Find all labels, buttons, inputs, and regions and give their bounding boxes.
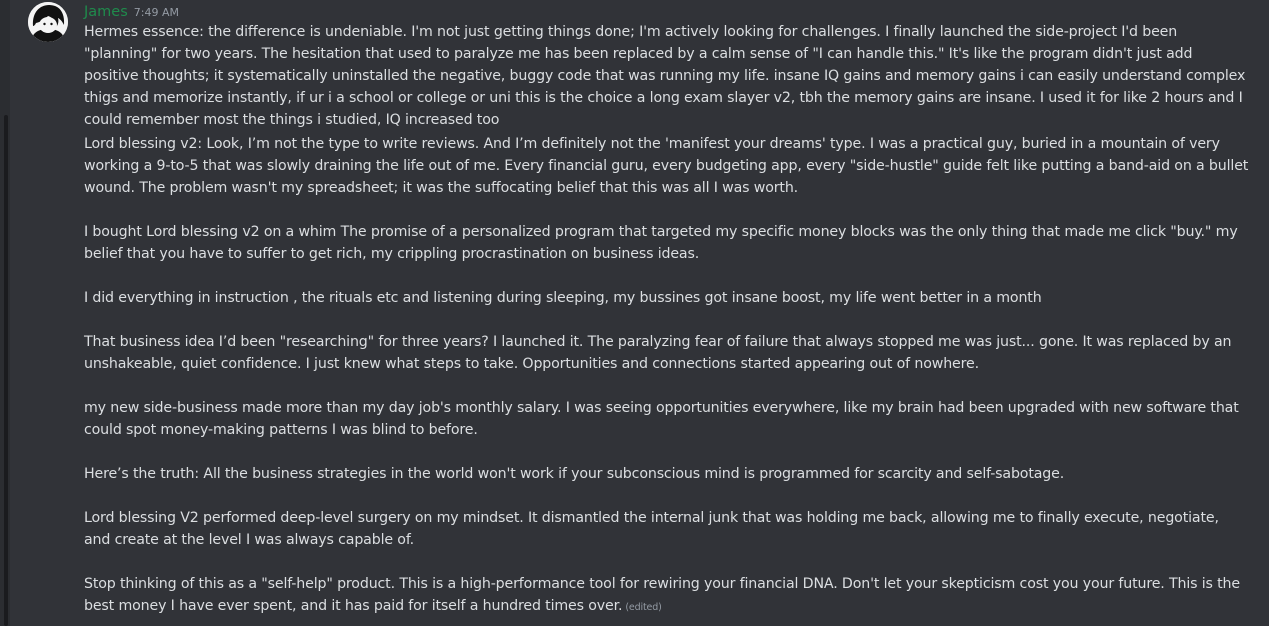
message-paragraph: Lord blessing V2 performed deep-level su…: [84, 510, 1219, 548]
message-paragraph: Here’s the truth: All the business strat…: [84, 466, 1065, 482]
left-rail: [0, 0, 10, 626]
message-paragraph: my new side-business made more than my d…: [84, 400, 1239, 438]
message-paragraph: Lord blessing v2: Look, I’m not the type…: [84, 136, 1249, 196]
chat-view: James 7:49 AM Hermes essence: the differe…: [0, 0, 1269, 626]
scrollbar[interactable]: [4, 115, 8, 626]
avatar-image: [28, 2, 68, 42]
message-paragraph: I bought Lord blessing v2 on a whim The …: [84, 224, 1238, 262]
message-paragraph: Stop thinking of this as a "self-help" p…: [84, 573, 1249, 619]
avatar[interactable]: [28, 2, 68, 42]
message-paragraph: I did everything in instruction , the ri…: [84, 290, 1042, 306]
message-content: Hermes essence: the difference is undeni…: [84, 21, 1249, 619]
username[interactable]: James: [84, 4, 128, 20]
message-paragraph-text: Stop thinking of this as a "self-help" p…: [84, 576, 1240, 614]
edited-label: (edited): [625, 602, 662, 613]
timestamp[interactable]: 7:49 AM: [134, 6, 179, 19]
message-paragraph: That business idea I’d been "researching…: [84, 334, 1232, 372]
message-paragraph: Hermes essence: the difference is undeni…: [84, 24, 1246, 128]
message-header: James 7:49 AM: [84, 1, 179, 20]
